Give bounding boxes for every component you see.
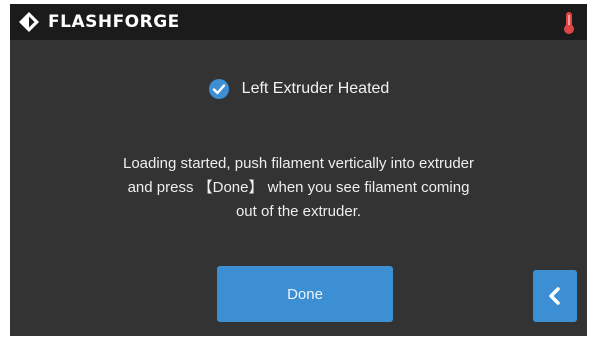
done-button[interactable]: Done bbox=[217, 266, 393, 322]
brand: FLASHFORGE bbox=[18, 11, 180, 33]
flashforge-logo-icon bbox=[19, 12, 39, 32]
instruction-line-3: out of the extruder. bbox=[235, 203, 362, 220]
instruction-message: Loading started, push filament verticall… bbox=[50, 152, 547, 224]
extruder-status-label: Left Extruder Heated bbox=[241, 80, 390, 97]
chevron-left-icon bbox=[549, 287, 560, 305]
checkmark-circle-icon bbox=[208, 79, 229, 99]
brand-name: FLASHFORGE bbox=[48, 12, 180, 32]
thermometer-icon[interactable] bbox=[563, 11, 575, 35]
top-bar: FLASHFORGE bbox=[10, 4, 587, 40]
instruction-line-1: Loading started, push filament verticall… bbox=[122, 155, 475, 172]
back-button[interactable] bbox=[533, 270, 577, 322]
instruction-line-2: and press 【Done】 when you see filament c… bbox=[127, 179, 470, 196]
printer-screen: FLASHFORGE Left Extruder Heated Loading … bbox=[10, 4, 587, 336]
extruder-status: Left Extruder Heated bbox=[10, 76, 587, 102]
